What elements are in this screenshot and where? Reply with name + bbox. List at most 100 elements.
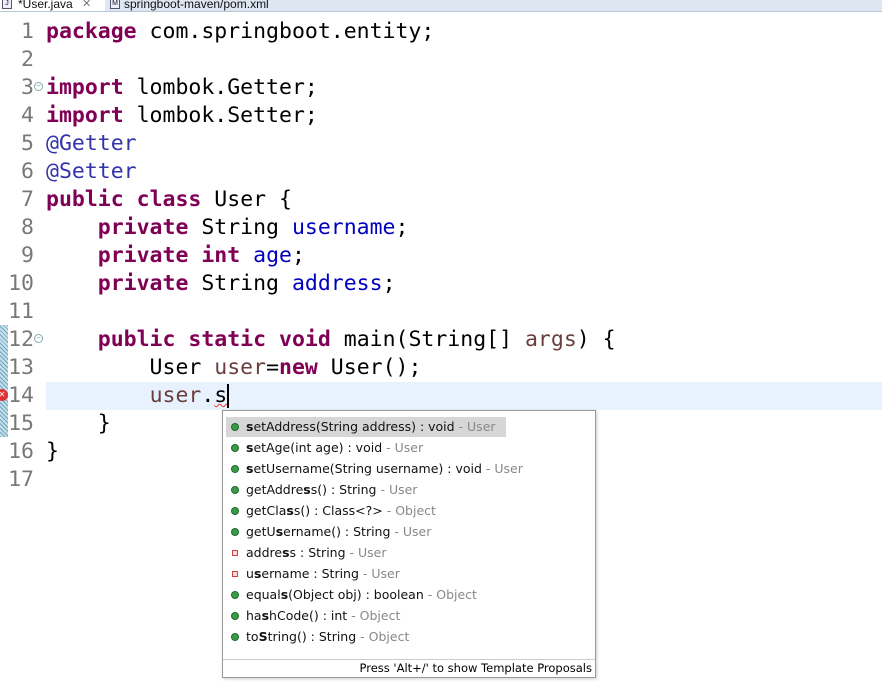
code-token: User	[46, 355, 215, 380]
code-line[interactable]: 6 @Setter	[0, 158, 882, 186]
code-token: @Setter	[46, 159, 137, 184]
proposal-bold: S	[258, 629, 268, 644]
public-method-icon	[231, 507, 239, 515]
code-token: }	[46, 411, 111, 436]
code-line[interactable]: 11	[0, 298, 882, 326]
code-line[interactable]: 4 import lombok.Setter;	[0, 102, 882, 130]
code-line[interactable]: 12− public static void main(String[] arg…	[0, 326, 882, 354]
code-text: import lombok.Getter;	[46, 74, 882, 102]
proposal-pre: getCla	[246, 503, 287, 518]
proposal-bold: s	[303, 482, 311, 497]
public-method-icon	[231, 423, 239, 431]
proposal-pre: addre	[246, 545, 283, 560]
proposal-qual: - User	[345, 545, 387, 560]
code-line[interactable]: 5 @Getter	[0, 130, 882, 158]
code-token: com.springboot.entity;	[136, 19, 435, 44]
proposal-item[interactable]: setAddress(String address) : void - User	[226, 417, 506, 437]
code-token: ) {	[576, 327, 616, 352]
line-number: 16	[8, 439, 34, 464]
proposal-item[interactable]: hashCode() : int - Object	[226, 606, 400, 626]
code-line[interactable]: 13 User user=new User();	[0, 354, 882, 382]
code-token: int	[201, 243, 241, 268]
line-number: 8	[21, 215, 34, 240]
proposal-qual: - User	[454, 419, 496, 434]
code-token: user	[149, 383, 202, 408]
code-token: private	[97, 271, 189, 296]
proposal-item[interactable]: getAddress() : String - User	[226, 480, 417, 500]
code-token: }	[46, 439, 59, 464]
proposal-post: ername() : String	[283, 524, 391, 539]
line-number: 12	[8, 327, 34, 352]
code-token: public	[46, 187, 124, 212]
proposal-pre: to	[246, 629, 259, 644]
tab-user-java[interactable]: J *User.java ✕	[0, 0, 105, 11]
code-token: User {	[201, 187, 292, 212]
close-icon[interactable]: ✕	[82, 0, 91, 11]
line-number: 9	[21, 243, 34, 268]
text-caret	[227, 384, 230, 408]
code-line[interactable]: 8 private String username;	[0, 214, 882, 242]
code-token: username	[291, 215, 396, 240]
code-token: address	[291, 271, 383, 296]
proposal-bold: s	[286, 503, 294, 518]
proposal-post: ername : String	[261, 566, 359, 581]
code-line[interactable]: 7 public class User {	[0, 186, 882, 214]
proposal-item[interactable]: setUsername(String username) : void - Us…	[226, 459, 523, 479]
code-line[interactable]: 9 private int age;	[0, 242, 882, 270]
code-text: user.s	[46, 382, 882, 410]
code-line[interactable]: 10 private String address;	[0, 270, 882, 298]
proposal-item[interactable]: toString() : String - Object	[226, 627, 409, 647]
content-assist-popup: setAddress(String address) : void - User…	[222, 410, 596, 678]
code-token: static	[188, 327, 267, 352]
code-line[interactable]: 3− import lombok.Getter;	[0, 74, 882, 102]
tab-pom-xml[interactable]: M springboot-maven/pom.xml	[108, 0, 269, 11]
proposal-qual: - User	[376, 482, 418, 497]
code-token: main(String[]	[330, 327, 525, 352]
java-file-icon: J	[2, 0, 12, 9]
code-token: =	[266, 355, 280, 380]
fold-toggle-icon[interactable]: −	[34, 82, 43, 91]
proposal-pre: equal	[246, 587, 281, 602]
tab-label: *User.java	[18, 0, 73, 11]
code-token: package	[46, 19, 137, 44]
line-number: 7	[21, 187, 34, 212]
proposal-post: etAge(int age) : void	[253, 440, 383, 455]
code-text: private int age;	[46, 242, 882, 270]
code-token: String	[188, 271, 292, 296]
proposal-item[interactable]: address : String - User	[226, 543, 386, 563]
editor-tabs: J *User.java ✕ M springboot-maven/pom.xm…	[0, 0, 882, 12]
code-text: public class User {	[46, 186, 882, 214]
proposal-qual: - Object	[382, 503, 436, 518]
proposal-item[interactable]: equals(Object obj) : boolean - Object	[226, 585, 477, 605]
fold-toggle-icon[interactable]: −	[34, 334, 43, 343]
code-token: lombok.Setter;	[123, 103, 318, 128]
proposal-item[interactable]: getClass() : Class<?> - Object	[226, 501, 436, 521]
code-token: void	[279, 327, 331, 352]
code-line[interactable]: 14 ✕ user.s	[0, 382, 882, 410]
proposal-post: (Object obj) : boolean	[288, 587, 424, 602]
public-method-icon	[231, 633, 239, 641]
proposal-item[interactable]: setAge(int age) : void - User	[226, 438, 423, 458]
code-token: lombok.Getter;	[123, 75, 318, 100]
code-token: .	[201, 383, 215, 408]
code-line[interactable]: 1 package com.springboot.entity;	[0, 18, 882, 46]
proposal-qual: - User	[382, 440, 424, 455]
code-token: public	[97, 327, 176, 352]
code-line[interactable]: 2	[0, 46, 882, 74]
code-token: User();	[317, 355, 422, 380]
proposal-post: etUsername(String username) : void	[253, 461, 482, 476]
proposal-item[interactable]: username : String - User	[226, 564, 400, 584]
proposal-post: tring() : String	[267, 629, 357, 644]
code-token: private	[97, 243, 189, 268]
code-token: ;	[395, 215, 409, 240]
proposal-pre: getAddre	[246, 482, 304, 497]
code-text: @Getter	[46, 130, 882, 158]
template-proposals-hint: Press 'Alt+/' to show Template Proposals	[223, 659, 595, 677]
tab-label: springboot-maven/pom.xml	[124, 0, 269, 11]
proposal-item[interactable]: getUsername() : String - User	[226, 522, 431, 542]
